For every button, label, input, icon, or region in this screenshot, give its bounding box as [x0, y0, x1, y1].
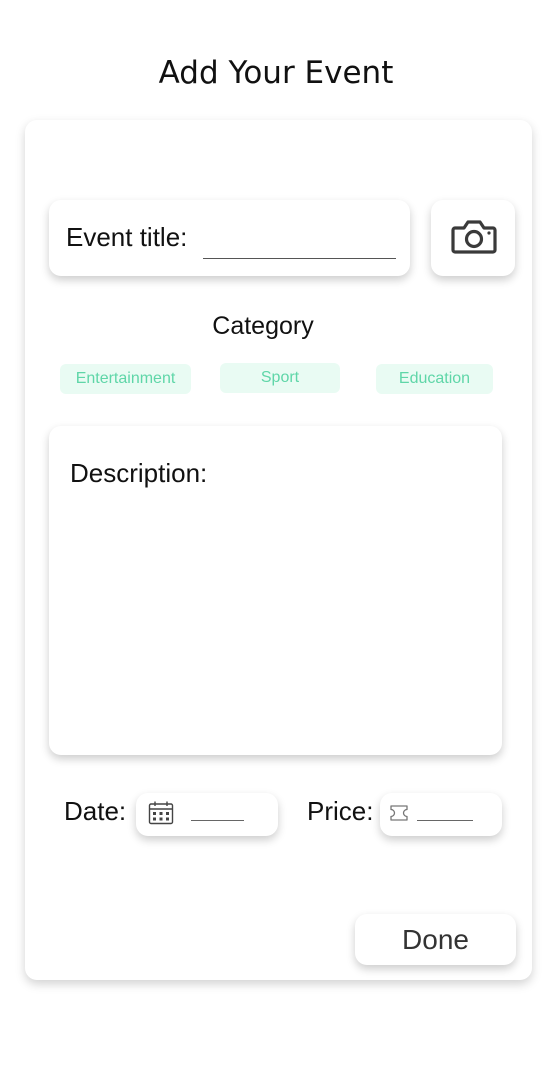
- date-picker[interactable]: [136, 793, 278, 836]
- date-value-line: [191, 820, 244, 821]
- description-label: Description:: [70, 458, 208, 488]
- date-label: Date:: [64, 796, 127, 826]
- page-title: Add Your Event: [158, 55, 394, 91]
- done-button[interactable]: Done: [355, 914, 516, 965]
- event-title-label: Event title:: [66, 222, 188, 252]
- price-value-line: [417, 820, 473, 821]
- camera-icon: [451, 220, 497, 254]
- category-chip-education[interactable]: Education: [376, 364, 493, 394]
- event-title-field[interactable]: Event title:: [49, 200, 410, 276]
- calendar-icon: [148, 801, 174, 825]
- price-field[interactable]: [380, 793, 502, 836]
- description-field[interactable]: Description:: [49, 426, 502, 755]
- category-heading: Category: [212, 312, 314, 340]
- category-chip-sport[interactable]: Sport: [220, 363, 340, 393]
- price-label: Price:: [307, 796, 374, 826]
- ticket-icon: [390, 805, 408, 821]
- add-photo-button[interactable]: [431, 200, 515, 276]
- event-title-input-line[interactable]: [203, 258, 396, 259]
- category-chip-entertainment[interactable]: Entertainment: [60, 364, 191, 394]
